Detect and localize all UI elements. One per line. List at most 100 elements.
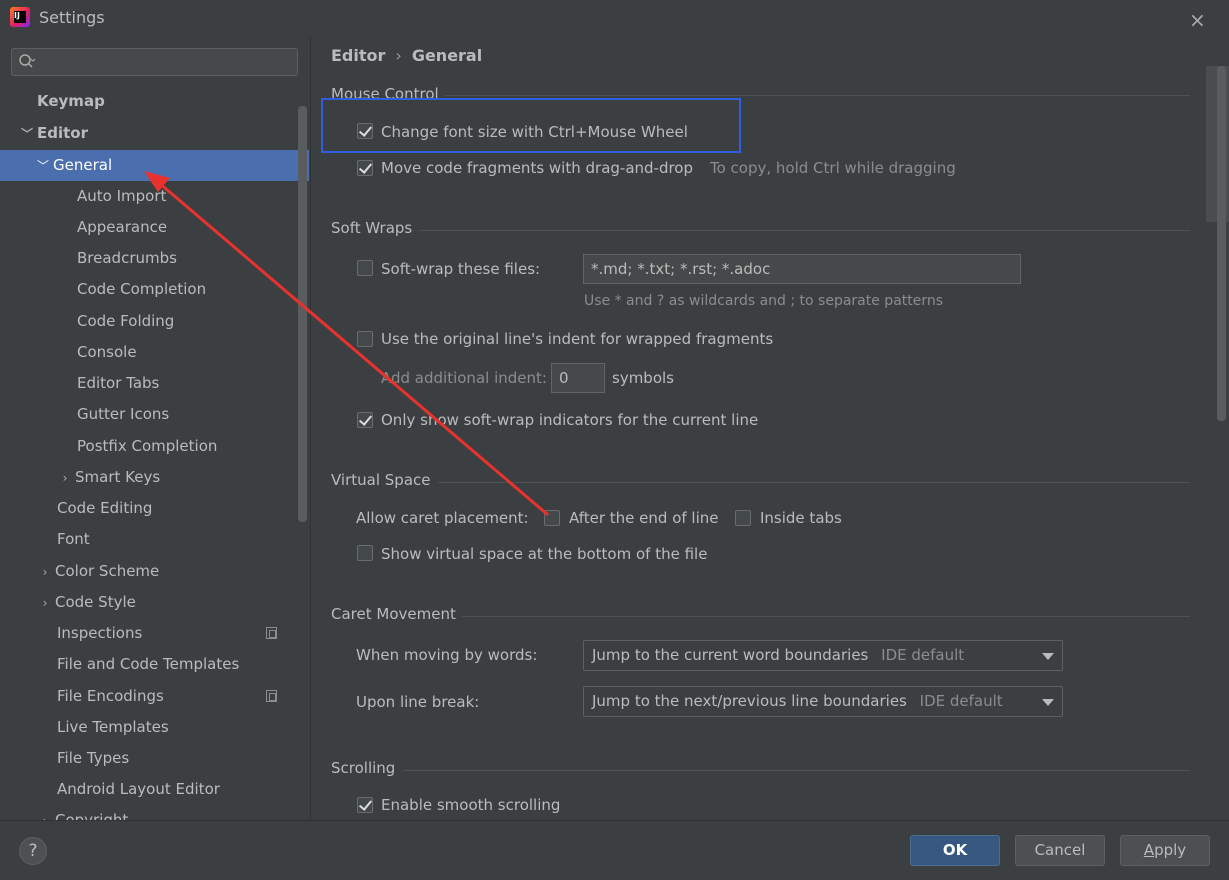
chevron-down-icon[interactable]: ﹀ <box>33 151 53 182</box>
show-virtual-space-checkbox[interactable] <box>357 545 373 561</box>
section-virtual-space: Virtual Space <box>331 471 431 489</box>
sidebar-item-font[interactable]: Font <box>57 524 90 555</box>
section-separator <box>445 95 1190 96</box>
sidebar-item-label: Smart Keys <box>75 468 161 486</box>
project-settings-icon <box>266 690 277 702</box>
dropdown-note: IDE default <box>919 692 1003 710</box>
inside-tabs-label[interactable]: Inside tabs <box>760 509 842 527</box>
sidebar-item-file-and-code-templates[interactable]: File and Code Templates <box>57 649 239 680</box>
section-scrolling: Scrolling <box>331 759 396 777</box>
soft-wrap-files-checkbox[interactable] <box>357 260 373 276</box>
moving-by-words-dropdown[interactable]: Jump to the current word boundaries IDE … <box>583 640 1063 671</box>
sidebar-item-label: Copyright <box>55 811 129 820</box>
search-icon <box>19 54 36 68</box>
content-scrollbar[interactable] <box>1217 66 1226 421</box>
chevron-right-icon[interactable]: › <box>55 463 75 494</box>
intellij-logo-icon: IJ <box>10 7 30 27</box>
sidebar-item-code-completion[interactable]: Code Completion <box>77 274 206 305</box>
sidebar-item-gutter-icons[interactable]: Gutter Icons <box>77 399 169 430</box>
breadcrumb-current: General <box>411 46 483 65</box>
section-soft-wraps: Soft Wraps <box>331 219 413 237</box>
sidebar-item-label: File Encodings <box>57 687 164 705</box>
sidebar-item-breadcrumbs[interactable]: Breadcrumbs <box>77 243 177 274</box>
sidebar-item-postfix-completion[interactable]: Postfix Completion <box>77 431 217 462</box>
sidebar-item-code-editing[interactable]: Code Editing <box>57 493 152 524</box>
sidebar-item-label: Color Scheme <box>55 562 160 580</box>
sidebar-item-console[interactable]: Console <box>77 337 137 368</box>
dropdown-note: IDE default <box>881 646 965 664</box>
help-button[interactable]: ? <box>19 837 47 865</box>
close-icon[interactable]: × <box>1189 8 1206 32</box>
sidebar-item-file-types[interactable]: File Types <box>57 743 129 774</box>
moving-by-words-label: When moving by words: <box>356 646 538 664</box>
breadcrumb-parent[interactable]: Editor <box>331 46 385 65</box>
chevron-right-icon[interactable]: › <box>35 557 55 588</box>
only-current-line-label[interactable]: Only show soft-wrap indicators for the c… <box>381 411 758 429</box>
sidebar-item-label: Inspections <box>57 624 143 642</box>
sidebar-item-file-encodings[interactable]: File Encodings <box>57 681 297 712</box>
smooth-scrolling-checkbox[interactable] <box>357 797 373 813</box>
section-separator <box>419 230 1190 231</box>
ok-button[interactable]: OK <box>910 835 1000 866</box>
section-separator <box>462 616 1190 617</box>
sidebar-item-label: Code Style <box>55 593 136 611</box>
sidebar-item-editor[interactable]: ﹀ Editor <box>17 118 88 149</box>
sidebar-item-android-layout-editor[interactable]: Android Layout Editor <box>57 774 220 805</box>
section-separator <box>438 482 1190 483</box>
additional-indent-label: Add additional indent: <box>381 369 547 387</box>
move-code-checkbox[interactable] <box>357 160 373 176</box>
after-end-of-line-checkbox[interactable] <box>544 510 560 526</box>
sidebar-item-code-folding[interactable]: Code Folding <box>77 306 174 337</box>
window-title: Settings <box>39 8 105 27</box>
caret-placement-label: Allow caret placement: <box>356 509 529 527</box>
show-virtual-space-label[interactable]: Show virtual space at the bottom of the … <box>381 545 707 563</box>
sidebar-item-color-scheme[interactable]: › Color Scheme <box>35 556 160 588</box>
project-settings-icon <box>266 627 277 639</box>
only-current-line-checkbox[interactable] <box>357 412 373 428</box>
dropdown-value: Jump to the current word boundaries <box>592 646 869 664</box>
dialog-footer: ? OK Cancel Apply <box>0 820 1229 880</box>
line-break-dropdown[interactable]: Jump to the next/previous line boundarie… <box>583 686 1063 717</box>
additional-indent-unit: symbols <box>612 369 674 387</box>
original-indent-label[interactable]: Use the original line's indent for wrapp… <box>381 330 773 348</box>
cancel-button[interactable]: Cancel <box>1015 835 1105 866</box>
sidebar-item-live-templates[interactable]: Live Templates <box>57 712 169 743</box>
apply-label: pply <box>1154 841 1187 859</box>
sidebar-item-copyright[interactable]: ›Copyright <box>35 805 129 820</box>
dropdown-value: Jump to the next/previous line boundarie… <box>592 692 907 710</box>
sidebar-item-label: Editor <box>37 124 88 142</box>
smooth-scrolling-label[interactable]: Enable smooth scrolling <box>381 796 560 814</box>
apply-mnemonic: A <box>1143 841 1155 859</box>
sidebar-item-auto-import[interactable]: Auto Import <box>77 181 166 212</box>
sidebar-item-keymap[interactable]: Keymap <box>37 86 105 117</box>
section-caret-movement: Caret Movement <box>331 605 456 623</box>
soft-wrap-files-input[interactable]: *.md; *.txt; *.rst; *.adoc <box>583 254 1021 284</box>
chevron-down-icon[interactable]: ﹀ <box>17 119 37 150</box>
section-separator <box>403 770 1190 771</box>
apply-button[interactable]: Apply <box>1120 835 1210 866</box>
sidebar-item-label: General <box>53 156 113 174</box>
sidebar-item-general[interactable]: ﹀ General <box>0 150 309 181</box>
settings-content: Editor › General Mouse Control Change font… <box>311 36 1229 820</box>
search-input[interactable] <box>11 48 298 76</box>
sidebar-item-inspections[interactable]: Inspections <box>57 618 297 649</box>
after-end-of-line-label[interactable]: After the end of line <box>569 509 719 527</box>
settings-sidebar: Keymap ﹀ Editor ﹀ General Auto Import Appe… <box>0 36 310 820</box>
breadcrumb-separator: › <box>395 46 402 65</box>
original-indent-checkbox[interactable] <box>357 331 373 347</box>
chevron-right-icon[interactable]: › <box>35 806 55 820</box>
sidebar-item-smart-keys[interactable]: › Smart Keys <box>55 462 161 494</box>
move-code-label[interactable]: Move code fragments with drag-and-drop <box>381 159 693 177</box>
sidebar-scrollbar[interactable] <box>298 106 307 522</box>
inside-tabs-checkbox[interactable] <box>735 510 751 526</box>
sidebar-item-appearance[interactable]: Appearance <box>77 212 167 243</box>
breadcrumb: Editor › General <box>331 46 482 65</box>
additional-indent-input[interactable]: 0 <box>551 363 605 393</box>
soft-wrap-files-label[interactable]: Soft-wrap these files: <box>381 260 540 278</box>
sidebar-item-code-style[interactable]: › Code Style <box>35 587 136 618</box>
move-code-hint: To copy, hold Ctrl while dragging <box>710 159 956 177</box>
chevron-right-icon[interactable]: › <box>35 588 55 619</box>
line-break-label: Upon line break: <box>356 693 480 711</box>
chevron-down-icon <box>1042 653 1054 660</box>
sidebar-item-editor-tabs[interactable]: Editor Tabs <box>77 368 159 399</box>
